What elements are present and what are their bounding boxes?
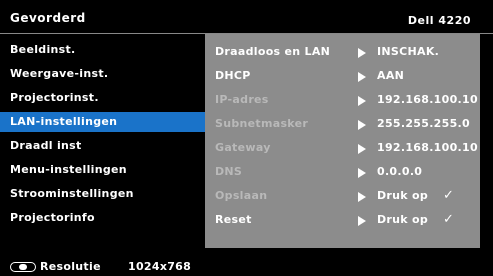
arrow-right-icon [358,144,366,154]
checkmark-icon: ✓ [443,212,455,227]
menu-item-projectorinfo[interactable]: Projectorinfo [0,208,205,228]
lan-settings-panel: Draadloos en LAN INSCHAK. DHCP AAN IP-ad… [205,34,480,248]
setting-value: Druk op [377,189,429,202]
menu-item-draadl-inst[interactable]: Draadl inst [0,136,205,156]
setting-label: DHCP [215,69,251,82]
setting-label: Draadloos en LAN [215,45,331,58]
setting-label: DNS [215,165,243,178]
row-draadloos-en-lan[interactable]: Draadloos en LAN INSCHAK. [205,42,480,62]
row-gateway: Gateway 192.168.100.10 [205,138,480,158]
setting-label: IP-adres [215,93,269,106]
arrow-right-icon [358,168,366,178]
arrow-right-icon [358,216,366,226]
row-dns: DNS 0.0.0.0 [205,162,480,182]
row-subnetmasker: Subnetmasker 255.255.255.0 [205,114,480,134]
arrow-right-icon [358,120,366,130]
arrow-right-icon [358,72,366,82]
menu-item-stroominstellingen[interactable]: Stroominstellingen [0,184,205,204]
resolution-value: 1024x768 [128,260,192,273]
arrow-right-icon [358,192,366,202]
menu-item-menu-instellingen[interactable]: Menu-instellingen [0,160,205,180]
menu-item-lan-instellingen[interactable]: LAN-instellingen [0,112,205,132]
setting-label: Opslaan [215,189,268,202]
setting-value: Druk op [377,213,429,226]
setting-label: Subnetmasker [215,117,309,130]
row-ip-adres: IP-adres 192.168.100.10 [205,90,480,110]
menu-title: Gevorderd [10,11,86,25]
menu-item-weergave-inst[interactable]: Weergave-inst. [0,64,205,84]
setting-label: Reset [215,213,252,226]
setting-value: 0.0.0.0 [377,165,423,178]
setting-label: Gateway [215,141,271,154]
setting-value: AAN [377,69,405,82]
arrow-right-icon [358,96,366,106]
setting-value: INSCHAK. [377,45,440,58]
row-dhcp[interactable]: DHCP AAN [205,66,480,86]
setting-value: 192.168.100.10 [377,141,478,154]
setting-value: 192.168.100.10 [377,93,478,106]
checkmark-icon: ✓ [443,188,455,203]
row-reset[interactable]: Reset Druk op ✓ [205,210,480,230]
menu-item-beeldinst[interactable]: Beeldinst. [0,40,205,60]
resolution-label: Resolutie [40,260,101,273]
menu-item-projectorinst[interactable]: Projectorinst. [0,88,205,108]
arrow-right-icon [358,48,366,58]
remote-icon [10,262,36,272]
osd-screen: Gevorderd Dell 4220 Beeldinst. Weergave-… [0,0,493,276]
row-opslaan[interactable]: Opslaan Druk op ✓ [205,186,480,206]
model-name: Dell 4220 [407,14,471,27]
setting-value: 255.255.255.0 [377,117,470,130]
